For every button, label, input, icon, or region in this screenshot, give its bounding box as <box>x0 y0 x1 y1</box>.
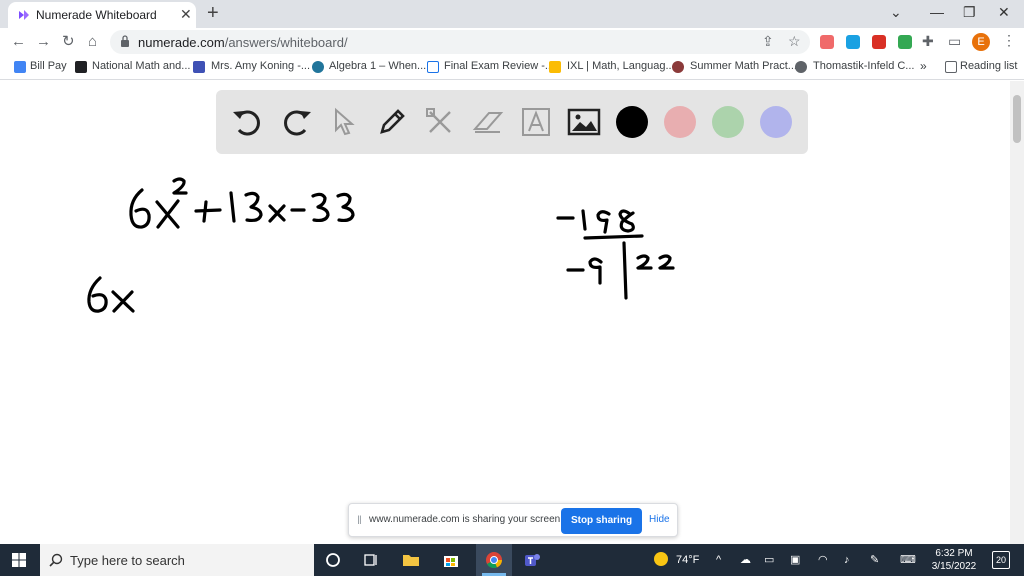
tab-title: Numerade Whiteboard <box>36 8 157 22</box>
eraser-icon[interactable] <box>470 104 506 140</box>
clock[interactable]: 6:32 PM 3/15/2022 <box>930 547 978 573</box>
tab-close-icon[interactable]: ✕ <box>180 7 192 21</box>
minimize-icon[interactable]: — <box>930 4 944 20</box>
classroom-icon <box>193 61 205 73</box>
bookmark-item[interactable]: Bill Pay <box>30 60 67 72</box>
weather-sun-icon[interactable] <box>654 552 668 566</box>
teams-icon[interactable] <box>523 551 541 569</box>
doc-icon <box>427 61 439 73</box>
redo-icon[interactable] <box>278 104 314 140</box>
taskbar-search-box[interactable]: Type here to search <box>40 544 314 576</box>
address-bar[interactable]: numerade.com/answers/whiteboard/ ⇪ ☆ <box>110 30 810 54</box>
pen-workspace-icon[interactable]: ✎ <box>870 553 879 567</box>
numerade-logo-icon <box>19 10 29 20</box>
volume-icon[interactable]: ♪ <box>844 553 850 567</box>
tools-icon[interactable] <box>422 104 458 140</box>
browser-tab[interactable]: Numerade Whiteboard ✕ <box>8 2 196 28</box>
bookmark-item[interactable]: National Math and... <box>92 60 190 72</box>
hide-banner-button[interactable]: Hide <box>649 514 670 525</box>
notification-count: 20 <box>996 555 1007 565</box>
wordpress-icon <box>312 61 324 73</box>
tab-strip: Numerade Whiteboard ✕ + ⌄ — ❐ ✕ <box>0 0 1024 28</box>
bookmark-item[interactable]: Summer Math Pract... <box>690 60 797 72</box>
reading-list-button[interactable]: Reading list <box>960 60 1017 72</box>
show-hidden-icons-icon[interactable]: ^ <box>716 553 721 567</box>
windows-start-icon[interactable] <box>12 553 26 567</box>
url-path: /answers/whiteboard/ <box>224 35 348 50</box>
back-icon[interactable]: ← <box>11 34 26 49</box>
extensions-puzzle-icon[interactable]: ✚ <box>922 34 934 48</box>
bookmark-item[interactable]: Thomastik-Infeld C... <box>813 60 914 72</box>
close-window-icon[interactable]: ✕ <box>998 4 1010 20</box>
bill-pay-icon <box>14 61 26 73</box>
lock-icon <box>121 35 129 47</box>
reload-icon[interactable]: ↻ <box>62 34 75 49</box>
profile-avatar[interactable]: E <box>972 33 990 51</box>
weather-temperature[interactable]: 74°F <box>676 553 699 567</box>
notifications-icon[interactable]: 20 <box>992 551 1010 569</box>
color-green-swatch[interactable] <box>712 106 744 138</box>
undo-icon[interactable] <box>230 104 266 140</box>
bookmark-star-icon[interactable]: ☆ <box>788 34 801 48</box>
forward-icon[interactable]: → <box>36 34 51 49</box>
scroll-thumb[interactable] <box>1013 95 1021 143</box>
color-black-swatch[interactable] <box>616 106 648 138</box>
restore-icon[interactable]: ❐ <box>963 4 976 20</box>
image-icon[interactable] <box>566 104 602 140</box>
color-pink-swatch[interactable] <box>664 106 696 138</box>
url-host: numerade.com <box>138 35 225 50</box>
national-math-icon <box>75 61 87 73</box>
menu-icon[interactable]: ⋮ <box>1002 33 1016 47</box>
cast-icon[interactable]: ▭ <box>948 34 961 48</box>
stop-sharing-button[interactable]: Stop sharing <box>561 508 642 534</box>
share-icon[interactable]: ⇪ <box>762 34 774 48</box>
color-purple-swatch[interactable] <box>760 106 792 138</box>
globe-icon <box>795 61 807 73</box>
bookmark-item[interactable]: Algebra 1 – When... <box>329 60 426 72</box>
bookmark-item[interactable]: IXL | Math, Languag... <box>567 60 675 72</box>
wifi-icon[interactable]: ◠ <box>818 553 828 567</box>
bookmark-item[interactable]: Final Exam Review -... <box>444 60 554 72</box>
meet-now-icon[interactable]: ▣ <box>790 553 800 567</box>
tab-search-icon[interactable]: ⌄ <box>890 4 902 20</box>
clock-date: 3/15/2022 <box>931 561 977 572</box>
pen-icon[interactable] <box>374 104 410 140</box>
bookmarks-overflow-icon[interactable]: » <box>920 59 927 73</box>
extension-arrow-icon[interactable] <box>820 35 834 49</box>
bookmarks-bar: Bill Pay National Math and... Mrs. Amy K… <box>0 56 1024 80</box>
task-view-icon[interactable] <box>362 551 380 569</box>
bookmark-item[interactable]: Mrs. Amy Koning -... <box>211 60 310 72</box>
cortana-icon[interactable] <box>324 551 342 569</box>
ixl-icon <box>549 61 561 73</box>
extension-blue-icon[interactable] <box>846 35 860 49</box>
new-tab-icon[interactable]: + <box>207 3 219 23</box>
windows-taskbar: Type here to search 74°F ^ ☁ ▭ ▣ ◠ ♪ ✎ ⌨ <box>0 544 1024 576</box>
file-explorer-icon[interactable] <box>402 551 420 569</box>
clock-time: 6:32 PM <box>935 548 973 559</box>
extension-green-icon[interactable] <box>898 35 912 49</box>
reading-list-icon <box>945 61 957 73</box>
pdf-extension-icon[interactable] <box>872 35 886 49</box>
search-placeholder: Type here to search <box>70 553 185 568</box>
whiteboard-toolbar <box>216 90 808 154</box>
drag-handle-icon[interactable]: ‖ <box>357 513 362 527</box>
search-icon <box>49 553 63 567</box>
vertical-scrollbar[interactable] <box>1010 81 1024 544</box>
battery-icon[interactable]: ▭ <box>764 553 774 567</box>
store-icon[interactable] <box>442 551 460 569</box>
summer-icon <box>672 61 684 73</box>
pointer-icon[interactable] <box>326 104 362 140</box>
share-message: www.numerade.com is sharing your screen. <box>369 514 563 525</box>
home-icon[interactable]: ⌂ <box>88 34 97 49</box>
chrome-icon <box>486 552 502 569</box>
chrome-taskbar-button[interactable] <box>476 544 512 576</box>
keyboard-icon[interactable]: ⌨ <box>900 553 916 567</box>
screen-share-banner: ‖ www.numerade.com is sharing your scree… <box>348 503 678 537</box>
onedrive-cloud-icon[interactable]: ☁ <box>740 553 751 567</box>
text-icon[interactable] <box>518 104 554 140</box>
